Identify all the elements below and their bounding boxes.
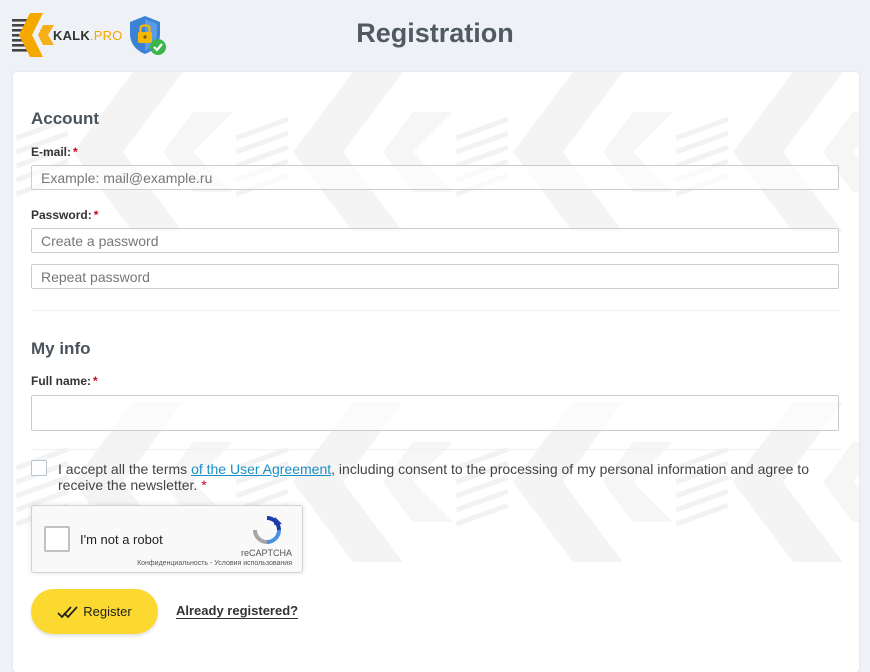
agreement-checkbox[interactable] <box>31 460 47 476</box>
section-divider <box>31 310 841 311</box>
user-agreement-link[interactable]: of the User Agreement <box>191 461 331 477</box>
header: KALK.PRO Registration <box>0 0 870 70</box>
email-label: E-mail: * <box>31 145 78 159</box>
recaptcha-widget: I'm not a robot reCAPTCHA Конфиденциальн… <box>31 505 303 573</box>
recaptcha-checkbox[interactable] <box>44 526 70 552</box>
password-label: Password: * <box>31 208 99 222</box>
recaptcha-privacy-terms-links[interactable]: Конфиденциальность - Условия использован… <box>137 560 292 567</box>
fullname-label: Full name: * <box>31 374 98 388</box>
email-field[interactable] <box>31 165 839 190</box>
recaptcha-brand: reCAPTCHA <box>240 548 292 558</box>
recaptcha-label: I'm not a robot <box>80 532 163 547</box>
register-button-label: Register <box>83 604 132 619</box>
password-field[interactable] <box>31 228 839 253</box>
repeat-password-field[interactable] <box>31 264 839 289</box>
register-button[interactable]: Register <box>31 589 158 634</box>
double-check-icon <box>57 605 78 618</box>
recaptcha-logo-icon <box>253 516 282 544</box>
registration-card: Account E-mail:* Password:* My info Full… <box>13 72 859 672</box>
already-registered-link[interactable]: Already registered? <box>176 603 299 619</box>
my-info-section-title: My info <box>31 339 91 358</box>
page-title: Registration <box>356 18 514 48</box>
agreement-text: I accept all the terms of the User Agree… <box>58 461 809 493</box>
fullname-field[interactable] <box>31 395 839 431</box>
section-divider <box>31 449 841 450</box>
account-section-title: Account <box>31 109 99 128</box>
